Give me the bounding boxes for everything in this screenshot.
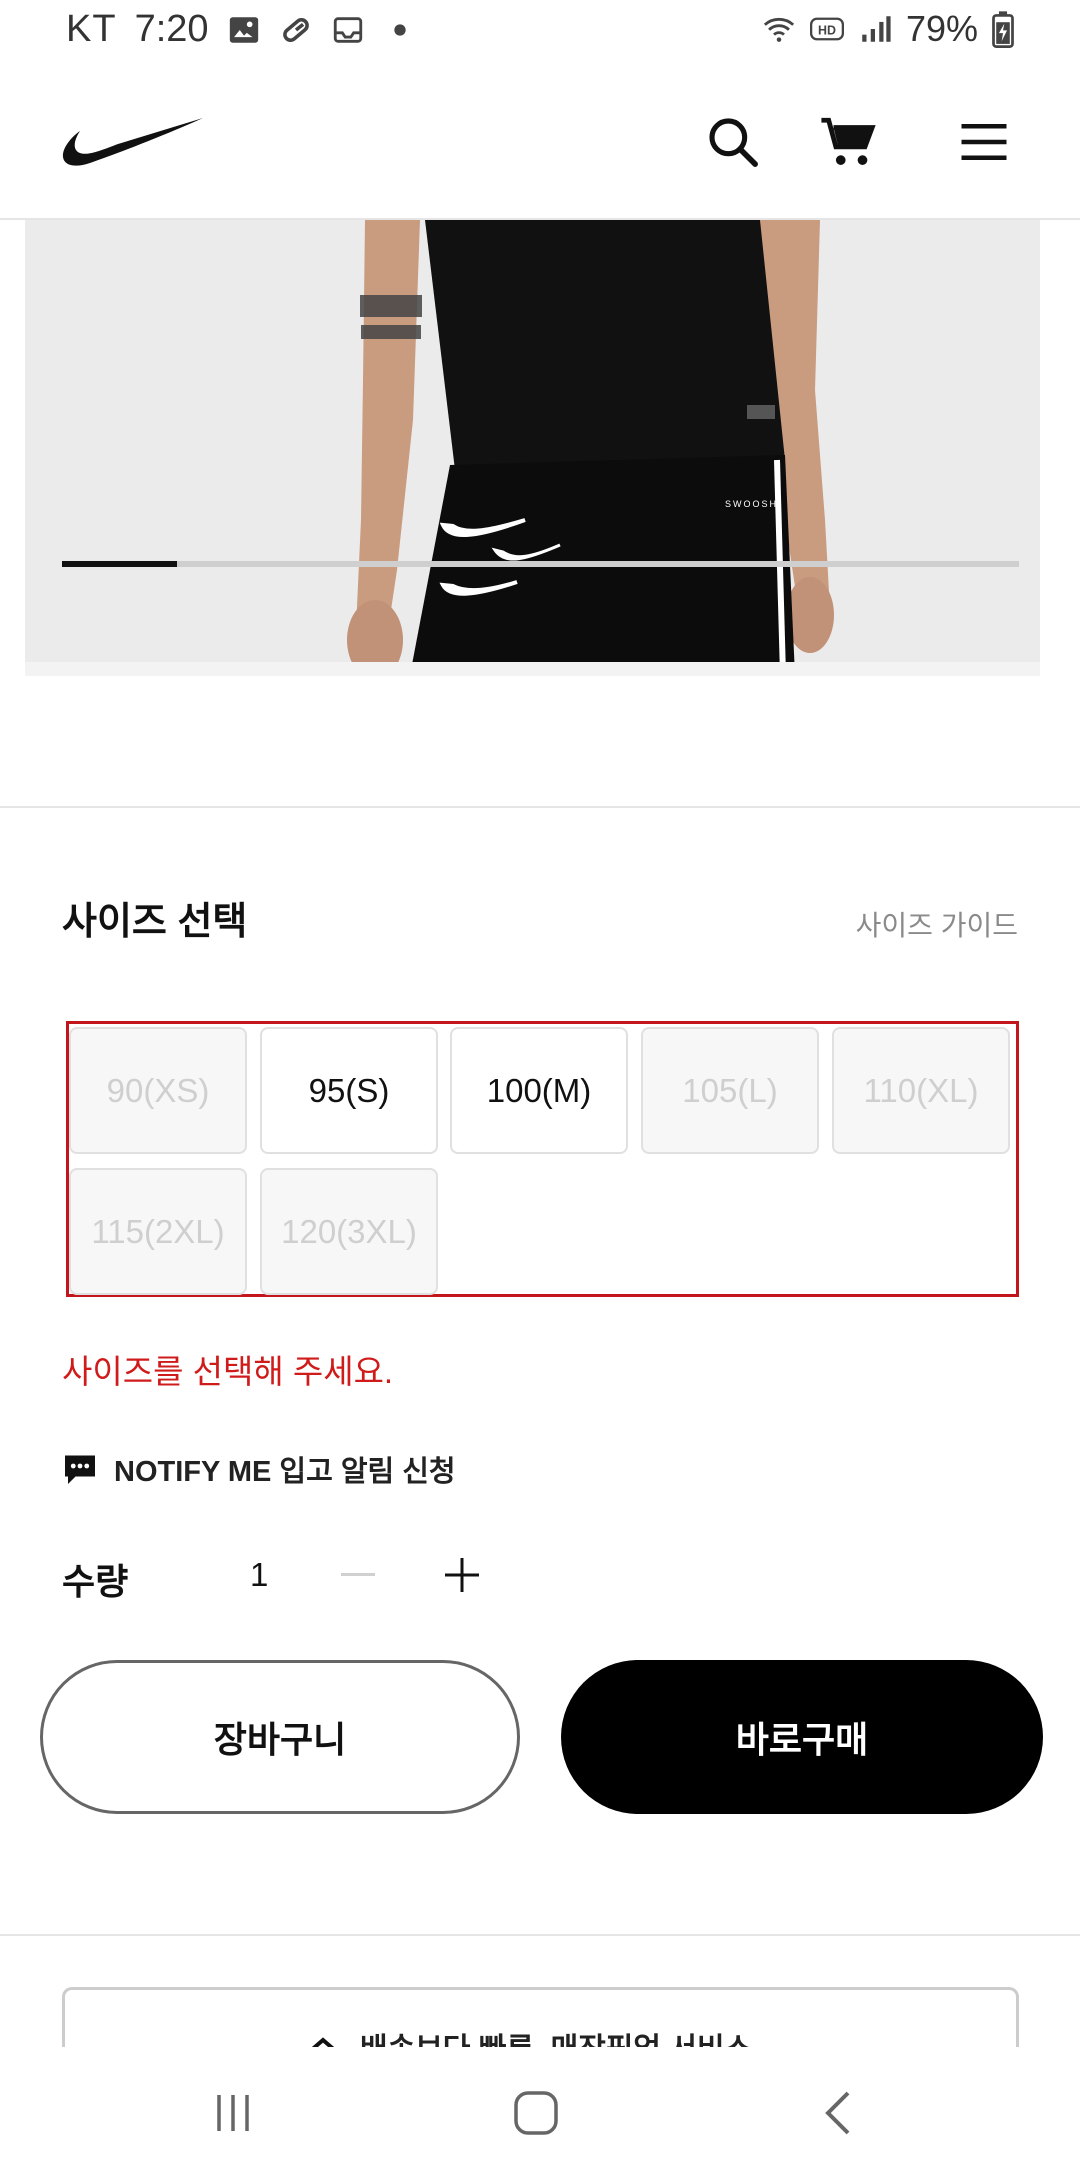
cart-icon [821,117,876,165]
menu-button[interactable] [944,102,1024,182]
size-option[interactable]: 120(3XL) [260,1168,438,1295]
gallery-icon [229,16,258,43]
store-pickup-card[interactable]: 배송보다 빠른, 매장픽업 서비스 [62,1987,1019,2047]
hero-bottom-strip [25,662,1040,676]
hd-icon: HD [809,17,844,41]
size-option[interactable]: 110(XL) [832,1027,1010,1154]
pill-icon [282,17,309,42]
size-option[interactable]: 105(L) [641,1027,819,1154]
home-button[interactable] [501,2078,571,2148]
minus-icon [341,1573,375,1576]
quantity-value: 1 [250,1556,269,1593]
notify-me-link[interactable]: NOTIFY ME 입고 알림 신청 [62,1448,456,1490]
battery-label: 79% [905,8,978,49]
store-pickup-text: 배송보다 빠른, 매장픽업 서비스 [360,2024,752,2047]
svg-text:SWOOSH: SWOOSH [725,499,778,509]
add-to-cart-button[interactable]: 장바구니 [40,1660,520,1814]
signal-icon [862,16,891,42]
svg-text:HD: HD [818,24,836,38]
status-bar: KT 7:20 HD 79% [0,0,1080,64]
chevron-up-icon [311,2037,335,2047]
status-bar-left: KT 7:20 [66,8,417,51]
recent-apps-icon [217,2095,249,2131]
product-image[interactable]: SWOOSH [25,220,1040,675]
section-divider [0,806,1080,808]
site-header [0,64,1080,220]
size-option[interactable]: 115(2XL) [69,1168,247,1295]
buy-now-button[interactable]: 바로구매 [561,1660,1043,1814]
battery-icon [992,11,1014,48]
recent-apps-button[interactable] [198,2078,268,2148]
carrier-label: KT [66,8,117,50]
size-option[interactable]: 95(S) [260,1027,438,1154]
size-error-message: 사이즈를 선택해 주세요. [62,1353,394,1390]
quantity-increase-button[interactable] [440,1553,484,1597]
back-button[interactable] [803,2078,873,2148]
inbox-icon [333,16,362,43]
search-button[interactable] [693,102,773,182]
home-icon [514,2091,558,2135]
section-divider [0,1934,1080,1936]
size-section-title: 사이즈 선택 [62,901,248,943]
wifi-icon [763,17,795,42]
chat-bubble-icon [65,1455,95,1484]
quantity-label: 수량 [62,1561,129,1602]
notify-me-label: NOTIFY ME 입고 알림 신청 [114,1456,456,1488]
size-guide-link[interactable]: 사이즈 가이드 [856,904,1018,944]
plus-icon [445,1558,479,1592]
carousel-progress-bar[interactable] [62,561,1019,567]
search-icon [709,118,758,167]
size-option[interactable]: 100(M) [450,1027,628,1154]
status-bar-right: HD 79% [762,8,1014,50]
quantity-decrease-button[interactable] [338,1553,378,1597]
system-navigation-bar [0,2048,1080,2175]
size-option[interactable]: 90(XS) [69,1027,247,1154]
back-icon [825,2091,850,2135]
time-label: 7:20 [134,8,209,50]
cart-button[interactable] [808,102,888,182]
nike-logo[interactable] [62,114,204,171]
menu-icon [961,124,1007,160]
model-photo: SWOOSH [25,220,1040,675]
nike-swoosh-icon [62,118,204,166]
dot-icon [393,23,406,36]
carousel-progress-fill [62,561,177,567]
